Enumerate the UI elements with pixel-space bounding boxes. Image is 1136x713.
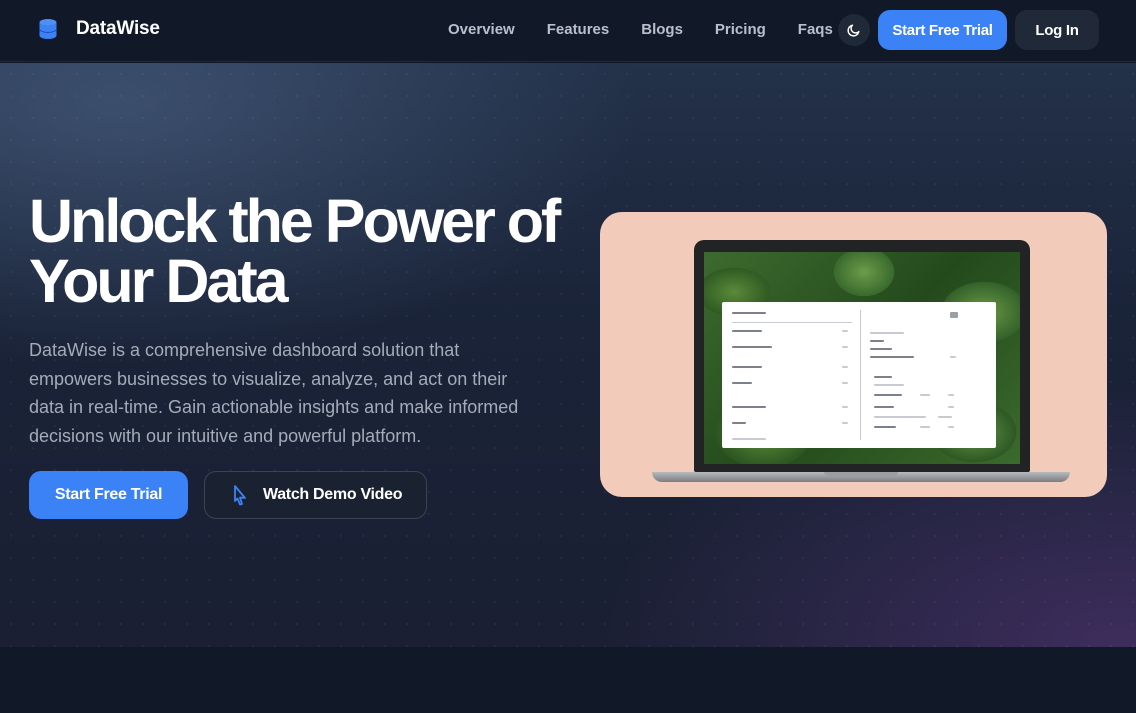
watch-demo-label: Watch Demo Video (263, 486, 403, 503)
nav-link-blogs[interactable]: Blogs (641, 21, 683, 38)
login-button[interactable]: Log In (1015, 10, 1099, 50)
theme-toggle-button[interactable] (838, 14, 870, 46)
nav-link-features[interactable]: Features (547, 21, 610, 38)
play-cursor-icon (234, 485, 246, 506)
nav-link-pricing[interactable]: Pricing (715, 21, 766, 38)
hero-title-line-2: Your Data (29, 247, 289, 315)
brand-name: DataWise (76, 18, 160, 39)
next-section (0, 647, 1136, 713)
hero-description: DataWise is a comprehensive dashboard so… (29, 340, 519, 446)
nav-link-faqs[interactable]: Faqs (798, 21, 833, 38)
hero-title: Unlock the Power of Your Data (29, 191, 589, 312)
top-navbar: DataWise Overview Features Blogs Pricing… (0, 0, 1136, 62)
hero-image-card (600, 212, 1107, 497)
moon-icon (847, 24, 860, 37)
laptop-notch (824, 472, 898, 476)
nav-start-free-trial-button[interactable]: Start Free Trial (878, 10, 1007, 50)
hero-start-free-trial-button[interactable]: Start Free Trial (29, 471, 188, 519)
dashboard-preview (722, 302, 996, 448)
brand-logo[interactable]: DataWise (38, 18, 160, 40)
hero-section: Unlock the Power of Your Data DataWise i… (0, 63, 1136, 647)
laptop-screen (704, 252, 1020, 464)
watch-demo-video-button[interactable]: Watch Demo Video (204, 471, 427, 519)
hero-title-line-1: Unlock the Power of (29, 187, 561, 255)
nav-link-overview[interactable]: Overview (448, 21, 515, 38)
database-icon (39, 19, 57, 39)
laptop-illustration (694, 240, 1030, 472)
nav-links: Overview Features Blogs Pricing Faqs (448, 21, 833, 38)
